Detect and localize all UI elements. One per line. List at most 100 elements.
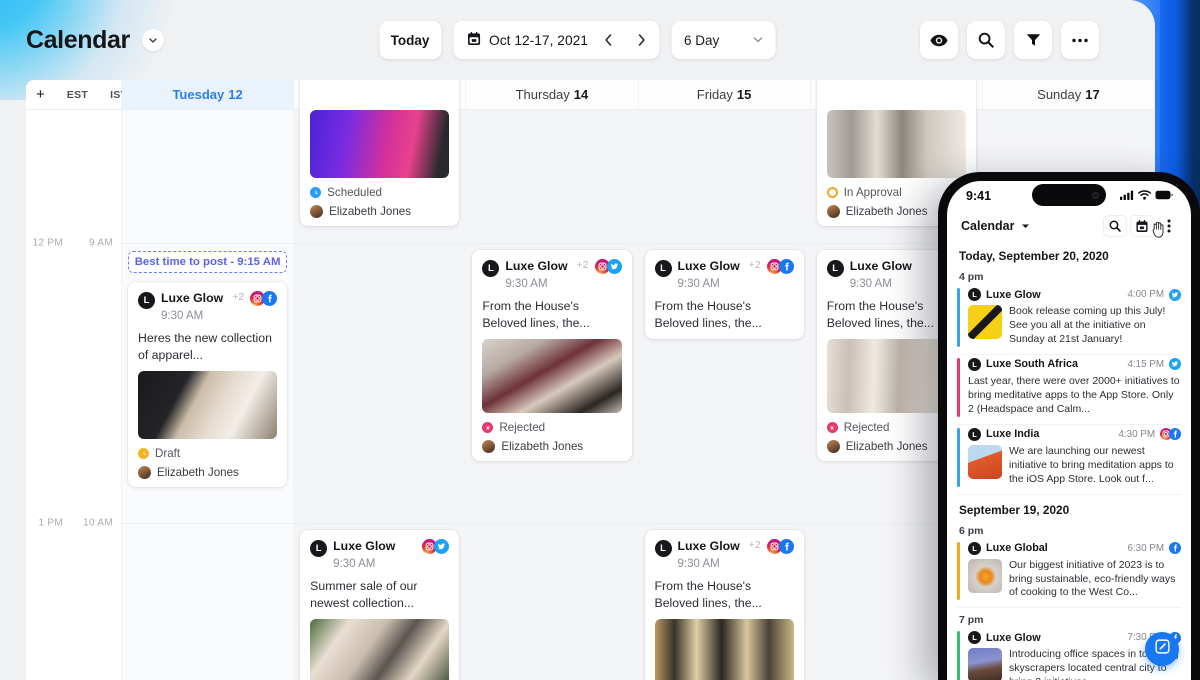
feed-hour-label: 7 pm — [959, 614, 984, 627]
phone-more-button[interactable] — [1157, 215, 1181, 237]
brand-name: Luxe Glow — [677, 259, 740, 273]
feed-item-content: Last year, there were over 2000+ initiat… — [968, 375, 1181, 417]
filter-button[interactable] — [1014, 21, 1052, 59]
more-button[interactable] — [1061, 21, 1099, 59]
event-card-wednesday-scheduled[interactable]: Scheduled Elizabeth Jones — [300, 80, 460, 226]
status-badge: Rejected — [482, 421, 621, 434]
day-column-friday[interactable]: L Luxe Glow +2 9:30 AM From the House's … — [638, 110, 811, 680]
author-name: Elizabeth Jones — [845, 440, 928, 454]
front-camera-icon — [1092, 191, 1099, 199]
phone-screen: 9:41 Calendar Today, September 20, 2020 … — [947, 181, 1191, 680]
event-card-wednesday-draft[interactable]: L Luxe Glow 9:30 AM Summer sale of our n… — [300, 530, 460, 680]
phone-search-button[interactable] — [1103, 215, 1127, 237]
card-footer: Scheduled Elizabeth Jones — [310, 186, 449, 218]
feed-item[interactable]: L Luxe South Africa 4:15 PM Last year, t… — [957, 357, 1181, 425]
event-card-friday-rejected[interactable]: L Luxe Glow +2 9:30 AM From the House's … — [644, 530, 804, 680]
card-time: 9:30 AM — [677, 558, 720, 570]
event-card-thursday-rejected[interactable]: L Luxe Glow +2 9:30 AM From the House's … — [472, 250, 632, 462]
feed-item-content: We are launching our newest initiative t… — [968, 444, 1181, 487]
social-icons — [594, 259, 622, 274]
facebook-icon — [1169, 542, 1181, 555]
rejected-status-icon — [826, 422, 838, 434]
view-range-label: 6 Day — [683, 32, 720, 48]
post-thumbnail — [968, 444, 1002, 479]
card-text: From the House's Beloved lines, the... — [654, 579, 762, 610]
brand-name: Luxe Glow — [161, 291, 224, 305]
avatar: L — [826, 260, 844, 277]
chevron-down-icon[interactable] — [141, 29, 164, 51]
phone-status-time: 9:41 — [966, 189, 992, 203]
phone-calendar-button[interactable] — [1130, 215, 1154, 237]
extra-accounts-count: +2 — [748, 259, 761, 271]
day-header-tuesday[interactable]: Tuesday 12 — [122, 80, 295, 109]
avatar — [482, 440, 496, 454]
day-column-thursday[interactable]: L Luxe Glow +2 9:30 AM From the House's … — [466, 110, 639, 680]
facebook-icon — [778, 259, 794, 274]
feed-section-title: September 19, 2020 — [959, 502, 1070, 517]
brand-name: Luxe Glow — [986, 288, 1041, 301]
post-thumbnail — [968, 558, 1002, 593]
social-icons — [422, 539, 450, 554]
social-icons — [250, 291, 278, 306]
phone-feed[interactable]: Today, September 20, 2020 4 pm L Luxe Gl… — [947, 241, 1191, 680]
card-header: L Luxe Glow +2 — [482, 259, 622, 277]
twitter-icon — [434, 539, 450, 554]
next-period-button[interactable] — [630, 25, 654, 55]
search-button[interactable] — [967, 21, 1005, 59]
phone-nav-bar: Calendar — [947, 211, 1191, 241]
event-card-tuesday-draft[interactable]: L Luxe Glow +2 9:30 AM Heres the new col… — [128, 282, 288, 488]
facebook-icon — [262, 291, 278, 306]
best-time-badge[interactable]: Best time to post - 9:15 AM — [128, 251, 288, 273]
brand-name: Luxe South Africa — [986, 358, 1078, 371]
prev-period-button[interactable] — [597, 25, 621, 55]
avatar — [310, 205, 324, 218]
feed-item-header: L Luxe South Africa 4:15 PM — [968, 357, 1181, 371]
card-time: 9:30 AM — [161, 310, 204, 322]
event-card-friday-collapsed[interactable]: L Luxe Glow +2 9:30 AM From the House's … — [644, 250, 804, 340]
status-label: Draft — [155, 447, 181, 461]
day-weekday: Tuesday — [172, 87, 225, 102]
dynamic-island — [1032, 184, 1106, 206]
author-name: Elizabeth Jones — [157, 466, 239, 480]
avatar: L — [482, 260, 500, 277]
day-header-friday[interactable]: Friday 15 — [638, 80, 811, 109]
twitter-icon — [1169, 288, 1181, 301]
extra-accounts-count: +2 — [576, 259, 589, 271]
today-button[interactable]: Today — [379, 21, 442, 59]
battery-icon — [1155, 187, 1173, 205]
author-name: Elizabeth Jones — [845, 205, 928, 218]
card-text: Heres the new collection of apparel... — [138, 331, 272, 362]
card-text: From the House's Beloved lines, the... — [482, 299, 590, 330]
card-header: L Luxe Glow +2 — [654, 539, 794, 557]
top-toolbar: Calendar Today Oct 12-17, 2021 6 Day — [0, 0, 1155, 80]
feed-item[interactable]: L Luxe Global 6:30 PM Our biggest initia… — [957, 541, 1181, 609]
calendar-header-row: + EST IST Tuesday12 Wednesday13 Thursday… — [26, 80, 1155, 110]
feed-item[interactable]: L Luxe Glow 4:00 PM Book release coming … — [957, 288, 1181, 355]
page-title-group[interactable]: Calendar — [26, 26, 164, 55]
brand-name: Luxe Glow — [677, 539, 740, 553]
day-column-tuesday[interactable]: Best time to post - 9:15 AM L Luxe Glow … — [122, 110, 295, 680]
caret-down-icon[interactable] — [1021, 217, 1030, 235]
day-weekday: Sunday — [1037, 87, 1082, 102]
plus-icon[interactable]: + — [36, 87, 45, 102]
compose-fab-button[interactable] — [1145, 632, 1179, 666]
avatar: L — [654, 540, 672, 557]
day-header-thursday[interactable]: Thursday 14 — [466, 80, 639, 109]
view-range-select[interactable]: 6 Day — [671, 21, 776, 59]
twitter-icon — [606, 259, 622, 274]
brand-name: Luxe Glow — [505, 259, 568, 273]
day-column-wednesday[interactable]: Scheduled Elizabeth Jones L Luxe Glow 9:… — [294, 80, 467, 680]
feed-item[interactable]: L Luxe India 4:30 PM We are launching ou… — [957, 427, 1181, 495]
feed-item-header: L Luxe Glow 4:00 PM — [968, 288, 1181, 301]
card-thumbnail — [310, 619, 450, 680]
preview-button[interactable] — [920, 21, 958, 59]
date-navigation: Today Oct 12-17, 2021 6 Day — [379, 21, 776, 59]
gutter-time-ist-1: 9 AM — [89, 237, 113, 249]
avatar: L — [138, 292, 155, 309]
avatar: L — [968, 541, 981, 555]
day-header-sunday[interactable]: Sunday 17 — [982, 80, 1155, 109]
extra-accounts-count: +2 — [748, 539, 761, 551]
status-label: Rejected — [499, 421, 546, 435]
date-range-picker[interactable]: Oct 12-17, 2021 — [453, 21, 660, 59]
avatar: L — [310, 540, 328, 557]
